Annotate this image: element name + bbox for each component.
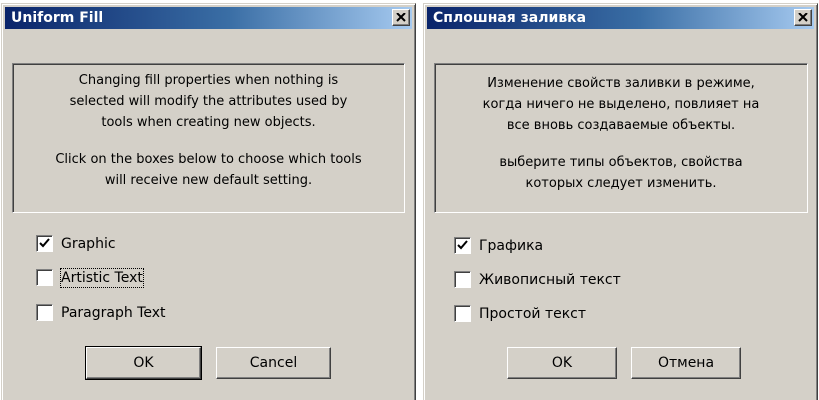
info-panel: Изменение свойств заливки в режиме, когд… — [434, 63, 808, 213]
graphic-checkbox[interactable] — [36, 235, 53, 252]
artistic-text-checkbox[interactable] — [454, 271, 471, 288]
info-line: selected will modify the attributes used… — [69, 94, 348, 109]
close-icon — [798, 13, 808, 22]
paragraph-text-checkbox[interactable] — [454, 305, 471, 322]
graphic-label: Графика — [479, 238, 544, 254]
paragraph-text-label: Простой текст — [479, 306, 587, 322]
artistic-text-label: Живописный текст — [479, 272, 621, 288]
artistic-text-label: Artistic Text — [60, 268, 144, 288]
close-icon — [396, 13, 406, 22]
checkmark-icon — [39, 238, 50, 248]
close-button[interactable] — [392, 9, 410, 26]
paragraph-text-checkbox[interactable] — [36, 304, 53, 321]
dialog-title: Uniform Fill — [11, 10, 104, 26]
paragraph-text-label: Paragraph Text — [61, 305, 166, 321]
close-button[interactable] — [794, 9, 812, 26]
info-line: когда ничего не выделено, повлияет на — [482, 97, 760, 112]
cancel-button[interactable]: Отмена — [631, 347, 741, 379]
info-line: tools when creating new objects. — [101, 115, 316, 130]
dialog-title: Сплошная заливка — [433, 10, 587, 26]
info-line: которых следует изменить. — [525, 176, 717, 191]
uniform-fill-dialog-en: Uniform Fill Changing fill properties wh… — [1, 3, 416, 400]
checkmark-icon — [457, 240, 468, 250]
ok-button[interactable]: OK — [85, 346, 202, 380]
info-line: Click on the boxes below to choose which… — [55, 152, 362, 167]
graphic-label: Graphic — [61, 236, 116, 252]
title-bar[interactable]: Сплошная заливка — [427, 7, 814, 29]
ok-button[interactable]: OK — [507, 347, 617, 379]
graphic-checkbox[interactable] — [454, 237, 471, 254]
info-line: Changing fill properties when nothing is — [78, 73, 339, 88]
info-line: выберите типы объектов, свойства — [499, 155, 743, 170]
info-panel: Changing fill properties when nothing is… — [12, 63, 405, 213]
title-bar[interactable]: Uniform Fill — [5, 7, 412, 29]
info-line: will receive new default setting. — [104, 173, 313, 188]
info-line: Изменение свойств заливки в режиме, — [487, 76, 755, 91]
cancel-button[interactable]: Cancel — [216, 347, 331, 379]
artistic-text-checkbox[interactable] — [36, 269, 53, 286]
info-line: все вновь создаваемые объекты. — [506, 118, 736, 133]
uniform-fill-dialog-ru: Сплошная заливка Изменение свойств залив… — [423, 3, 818, 400]
